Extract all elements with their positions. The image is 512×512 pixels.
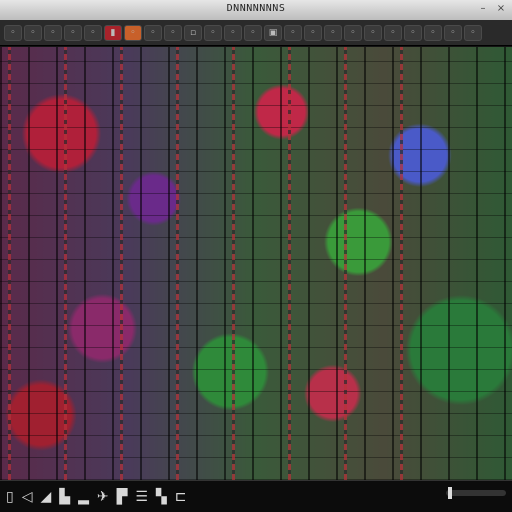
list-icon[interactable]: ☰ xyxy=(135,489,148,505)
doc-icon[interactable]: ▙ xyxy=(59,489,70,505)
column-divider xyxy=(64,47,67,480)
o-icon[interactable]: ◦ xyxy=(384,24,402,41)
o-icon[interactable]: ◦ xyxy=(244,24,262,41)
image-icon[interactable]: ▣ xyxy=(264,24,282,41)
column-divider xyxy=(288,47,291,480)
square-icon[interactable]: ▫ xyxy=(184,24,202,41)
o-icon[interactable]: ◦ xyxy=(464,24,482,41)
o-icon[interactable]: ◦ xyxy=(444,24,462,41)
o-icon[interactable]: ◦ xyxy=(84,24,102,41)
frame-icon[interactable]: ▯ xyxy=(6,489,14,505)
end-icon[interactable]: ⊏ xyxy=(175,489,187,505)
marker-icon[interactable]: ◢ xyxy=(41,489,52,505)
status-bar: ▯ ◁ ◢ ▙ ▂ ✈ ▛ ☰ ▚ ⊏ xyxy=(0,480,512,512)
title-bar: DNNNNNNNS – × xyxy=(0,0,512,21)
o-icon[interactable]: ◦ xyxy=(164,24,182,41)
toolbar: ◦ ◦ ◦ ◦ ◦ ▮ ◦ ◦ ◦ ▫ ◦ ◦ ◦ ▣ ◦ ◦ ◦ ◦ ◦ ◦ ◦ ◦ ◦ ◦ xyxy=(0,20,512,46)
o-icon[interactable]: ◦ xyxy=(204,24,222,41)
thumbnail-grid[interactable] xyxy=(0,47,512,480)
flag-icon[interactable]: ▮ xyxy=(104,24,122,41)
column-divider xyxy=(8,47,11,480)
page-icon[interactable]: ▚ xyxy=(156,489,167,505)
o-icon[interactable]: ◦ xyxy=(364,24,382,41)
o-icon[interactable]: ◦ xyxy=(304,24,322,41)
column-divider xyxy=(176,47,179,480)
o-icon[interactable]: ◦ xyxy=(424,24,442,41)
plane-icon[interactable]: ✈ xyxy=(97,489,109,505)
column-divider xyxy=(400,47,403,480)
slot-icon[interactable]: ▂ xyxy=(78,489,89,505)
o-icon[interactable]: ◦ xyxy=(344,24,362,41)
o-icon[interactable]: ◦ xyxy=(284,24,302,41)
minimize-icon[interactable]: – xyxy=(476,2,490,16)
column-divider xyxy=(120,47,123,480)
o-icon[interactable]: ◦ xyxy=(124,24,142,41)
o-icon[interactable]: ◦ xyxy=(224,24,242,41)
zoom-slider-knob[interactable] xyxy=(448,487,452,499)
o-icon[interactable]: ◦ xyxy=(44,24,62,41)
card-icon[interactable]: ▛ xyxy=(117,489,128,505)
o-icon[interactable]: ◦ xyxy=(4,24,22,41)
zoom-slider[interactable] xyxy=(446,487,506,499)
window-title: DNNNNNNNS xyxy=(226,3,286,14)
o-icon[interactable]: ◦ xyxy=(144,24,162,41)
back-icon[interactable]: ◁ xyxy=(22,489,33,505)
column-divider xyxy=(344,47,347,480)
o-icon[interactable]: ◦ xyxy=(64,24,82,41)
column-divider xyxy=(232,47,235,480)
close-icon[interactable]: × xyxy=(494,2,508,16)
o-icon[interactable]: ◦ xyxy=(404,24,422,41)
o-icon[interactable]: ◦ xyxy=(324,24,342,41)
o-icon[interactable]: ◦ xyxy=(24,24,42,41)
